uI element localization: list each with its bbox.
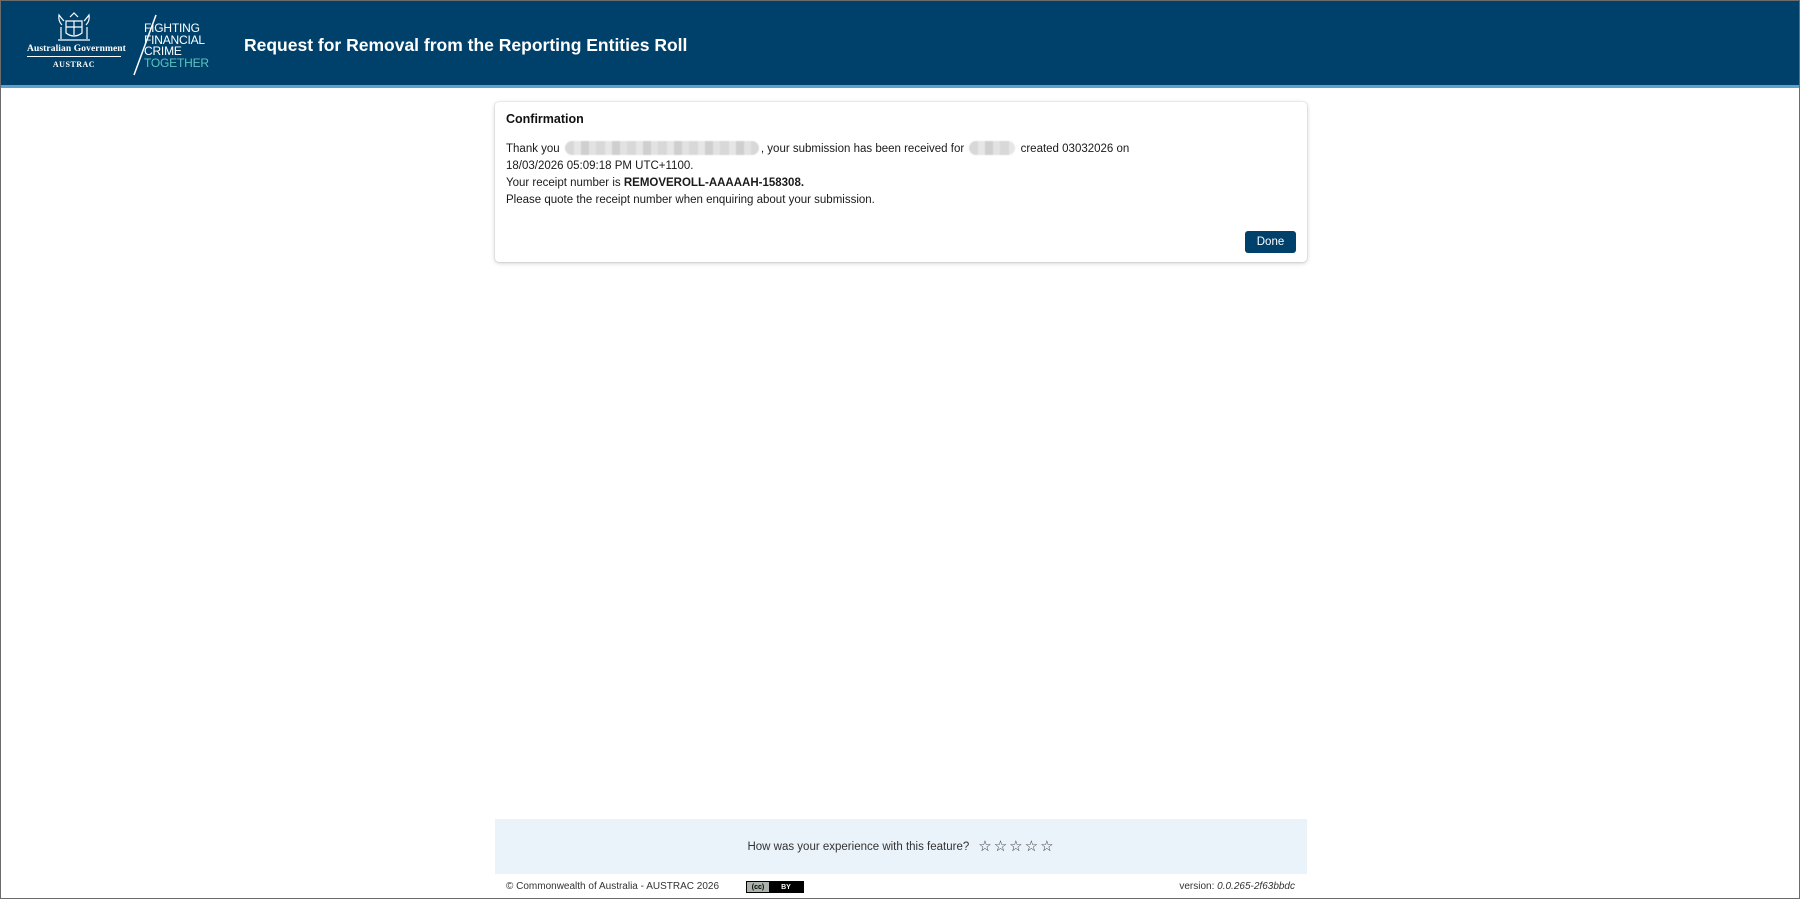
redacted-user-name: [564, 141, 759, 155]
rating-star-4-icon[interactable]: ☆: [1025, 839, 1038, 854]
thank-you-text: Thank you: [506, 143, 560, 155]
australian-government-logo[interactable]: Australian Government AUSTRAC: [27, 11, 126, 77]
receipt-prefix: Your receipt number is: [506, 177, 621, 189]
fighting-financial-crime-tagline: FIGHTING FINANCIAL CRIME TOGETHER: [144, 22, 209, 70]
footer-copyright: © Commonwealth of Australia - AUSTRAC 20…: [506, 881, 720, 892]
feedback-question: How was your experience with this featur…: [747, 840, 970, 853]
version-label: version:: [1179, 881, 1215, 892]
confirmation-title: Confirmation: [506, 112, 584, 126]
received-text: , your submission has been received for: [760, 143, 965, 155]
receipt-number: REMOVEROLL-AAAAAH-158308.: [623, 177, 805, 189]
footer-version: version: 0.0.265-2f63bbdc: [1179, 881, 1295, 892]
rating-star-3-icon[interactable]: ☆: [1009, 839, 1022, 854]
cc-by-label: BY: [781, 883, 791, 891]
confirmation-message: Thank you , your submission has been rec…: [506, 141, 1296, 209]
cc-icon: (cc): [747, 882, 769, 892]
version-value: 0.0.265-2f63bbdc: [1217, 881, 1295, 892]
government-name: Australian Government: [27, 44, 126, 57]
done-button[interactable]: Done: [1245, 231, 1296, 253]
feedback-bar: How was your experience with this featur…: [495, 819, 1307, 874]
redacted-entity-name: [969, 141, 1016, 155]
creative-commons-license-badge[interactable]: (cc) BY: [746, 881, 804, 893]
created-text: created 03032026 on: [1020, 143, 1130, 155]
rating-star-2-icon[interactable]: ☆: [994, 839, 1007, 854]
agency-name: AUSTRAC: [52, 60, 96, 69]
site-header: Australian Government AUSTRAC FIGHTING F…: [1, 1, 1799, 88]
page-title: Request for Removal from the Reporting E…: [244, 35, 688, 55]
submission-timestamp: 18/03/2026 05:09:18 PM UTC+1100.: [506, 160, 694, 172]
confirmation-line-1: Thank you , your submission has been rec…: [506, 141, 1296, 158]
quote-receipt-note: Please quote the receipt number when enq…: [506, 194, 875, 206]
confirmation-card: Confirmation Thank you , your submission…: [495, 102, 1307, 262]
coat-of-arms-icon: [58, 12, 90, 41]
tagline-line-4: TOGETHER: [144, 55, 209, 70]
browser-viewport: Australian Government AUSTRAC FIGHTING F…: [0, 0, 1800, 899]
receipt-line: Your receipt number is REMOVEROLL-AAAAAH…: [506, 175, 1296, 192]
rating-star-5-icon[interactable]: ☆: [1040, 839, 1053, 854]
rating-star-1-icon[interactable]: ☆: [978, 839, 991, 854]
